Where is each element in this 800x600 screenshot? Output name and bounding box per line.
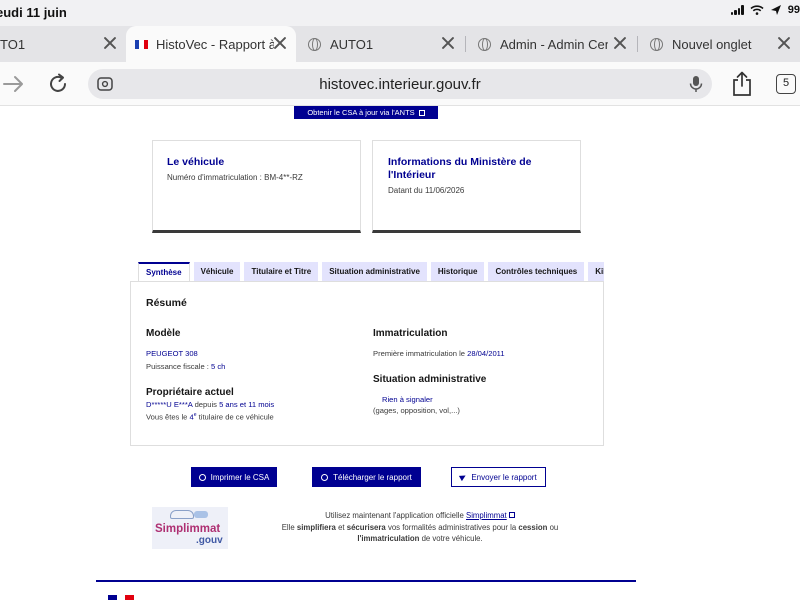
browser-toolbar: histovec.interieur.gouv.fr 5 [0,62,800,106]
ipad-screen: eudi 11 juin 99 TO1 HistoVec - Rapport à… [0,0,800,600]
globe-icon [308,37,321,51]
external-link-icon [418,109,425,116]
model-value: PEUGEOT 308 [146,349,198,358]
wifi-icon [750,5,764,15]
situation-value: Rien à signaler [382,395,433,404]
close-icon[interactable] [272,35,288,51]
summary-title: Résumé [146,297,187,309]
close-icon[interactable] [776,35,792,51]
tab-new-tab[interactable]: Nouvel onglet [638,26,800,62]
tab-historique[interactable]: Historique [430,262,485,281]
address-bar[interactable]: histovec.interieur.gouv.fr [88,69,712,99]
external-link-icon [508,512,515,518]
globe-icon [650,37,663,51]
simplimmat-promo-text: Utilisez maintenant l'application offici… [281,511,559,543]
tab-controles[interactable]: Contrôles techniques [488,262,585,281]
tab-kilometrage[interactable]: Kil [588,262,604,281]
status-indicators: 99 [730,4,800,16]
close-icon[interactable] [102,35,118,51]
summary-panel: Résumé Modèle PEUGEOT 308 Puissance fisc… [130,281,604,446]
cellular-signal-icon [730,5,744,15]
marianne-flag-icon [108,595,135,600]
vehicle-card-title: Le véhicule [167,156,225,168]
report-tabs: Synthèse Véhicule Titulaire et Titre Sit… [138,262,604,281]
tab-vehicule[interactable]: Véhicule [193,262,241,281]
plate-number: Numéro d'immatriculation : BM-4**-RZ [167,173,303,182]
status-bar: eudi 11 juin 99 [0,0,800,26]
ants-csa-button[interactable]: Obtenir le CSA à jour via l'ANTS [294,106,438,119]
titulaire-rank: Vous êtes le 4e titulaire de ce véhicule [146,412,274,422]
download-icon [321,473,329,481]
browser-tab-bar: TO1 HistoVec - Rapport à jour AUTO1 Admi… [0,26,800,62]
ministry-date: Datant du 11/06/2026 [388,186,465,195]
tab-situation[interactable]: Situation administrative [322,262,427,281]
download-report-button[interactable]: Télécharger le rapport [312,467,421,487]
send-icon [459,472,468,482]
location-icon [770,5,781,15]
tabs-overview-icon[interactable]: 5 [776,74,796,94]
fiscal-power: Puissance fiscale : 5 ch [146,362,226,371]
globe-icon [478,37,491,51]
close-icon[interactable] [612,35,628,51]
send-report-button[interactable]: Envoyer le rapport [451,467,546,487]
owner-heading: Propriétaire actuel [146,387,234,398]
printer-icon [198,473,206,481]
french-flag-icon [135,39,148,49]
print-csa-button[interactable]: Imprimer le CSA [191,467,277,487]
close-icon[interactable] [440,35,456,51]
tab-auto1-partial[interactable]: TO1 [0,26,126,62]
tab-admin-center[interactable]: Admin - Admin Center [466,26,636,62]
car-icon [170,510,194,519]
vehicle-card: Le véhicule Numéro d'immatriculation : B… [152,140,361,233]
url-text[interactable]: histovec.interieur.gouv.fr [88,76,712,93]
ministry-card: Informations du Ministère de l'Intérieur… [372,140,581,233]
simplimmat-link[interactable]: Simplimmat [466,511,507,520]
reload-icon[interactable] [46,72,70,96]
model-heading: Modèle [146,328,181,339]
tab-histovec[interactable]: HistoVec - Rapport à jour [126,26,296,62]
battery-percent: 99 [787,4,800,16]
footer-divider [96,580,636,582]
tab-synthese[interactable]: Synthèse [138,262,190,281]
tab-titulaire[interactable]: Titulaire et Titre [244,262,319,281]
ministry-card-title: Informations du Ministère de l'Intérieur [388,156,532,181]
first-immat: Première immatriculation le 28/04/2011 [373,349,505,358]
page-content: Obtenir le CSA à jour via l'ANTS Le véhi… [0,106,800,600]
share-icon[interactable] [730,71,754,97]
immat-heading: Immatriculation [373,328,448,339]
mic-icon[interactable] [688,74,704,94]
situation-heading: Situation administrative [373,374,487,385]
status-date: eudi 11 juin [0,5,67,20]
owner-line: D*****U E***A depuis 5 ans et 11 mois [146,400,275,409]
situation-note: (gages, opposition, vol,...) [373,406,460,415]
tab-auto1[interactable]: AUTO1 [296,26,464,62]
car-icon [194,511,208,518]
forward-arrow-icon[interactable] [2,73,26,95]
simplimmat-logo[interactable]: Simplimmat .gouv [152,507,228,549]
